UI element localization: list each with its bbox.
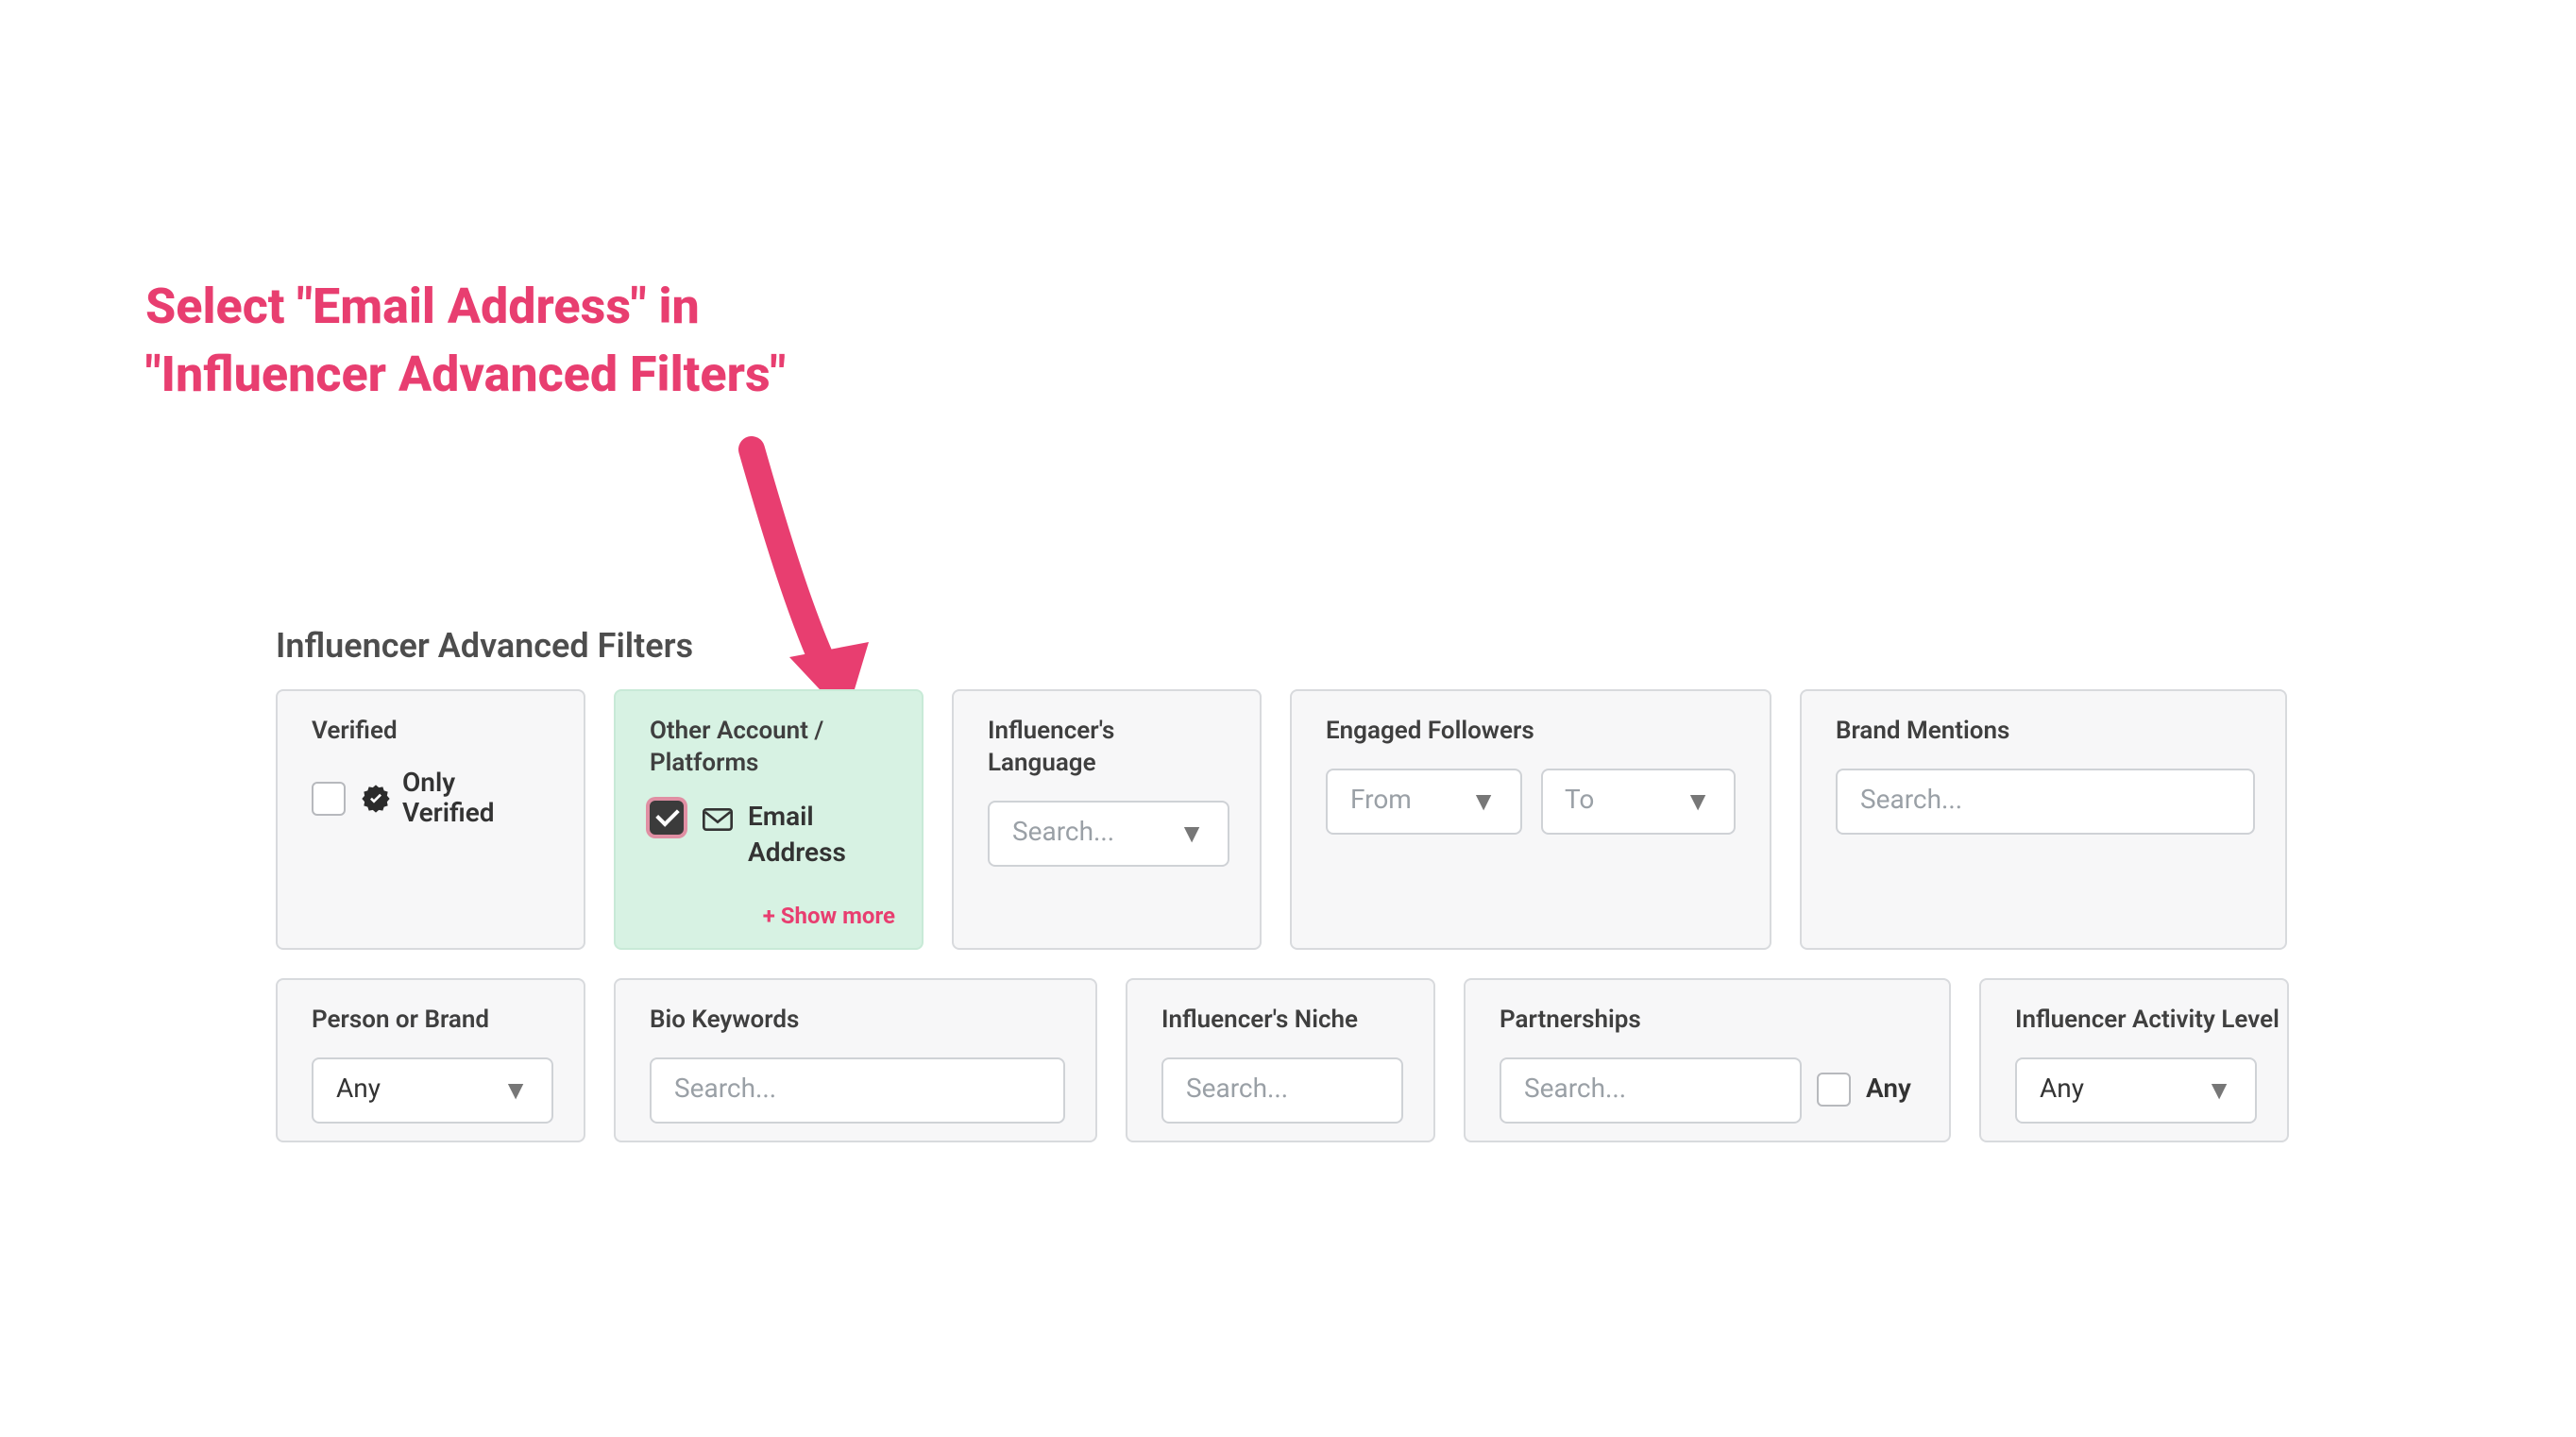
person-or-brand-select[interactable]: Any ▼ (312, 1057, 553, 1124)
niche-input[interactable]: Search... (1161, 1057, 1403, 1124)
filter-card-engaged-followers: Engaged Followers From ▼ To ▼ (1290, 689, 1771, 950)
instruction-text: Select "Email Address" in "Influencer Ad… (145, 274, 786, 412)
filter-label-person-or-brand: Person or Brand (312, 1006, 550, 1039)
activity-level-select[interactable]: Any ▼ (2015, 1057, 2257, 1124)
filter-card-verified: Verified Only Verified (276, 689, 585, 950)
filter-card-activity-level: Influencer Activity Level Any ▼ (1979, 978, 2289, 1142)
filter-label-other-platforms: Other Account / Platforms (650, 718, 876, 782)
filter-card-bio-keywords: Bio Keywords Search... (614, 978, 1097, 1142)
caret-down-icon: ▼ (502, 1074, 529, 1107)
engaged-from-select[interactable]: From ▼ (1326, 769, 1521, 835)
envelope-icon (703, 806, 733, 833)
filter-card-language: Influencer's Language Search... ▼ (952, 689, 1262, 950)
filter-label-partnerships: Partnerships (1500, 1006, 1915, 1039)
checkbox-partnerships-any[interactable] (1817, 1074, 1851, 1107)
filter-label-engaged-followers: Engaged Followers (1326, 718, 1736, 750)
caret-down-icon: ▼ (1685, 786, 1711, 818)
filter-label-bio-keywords: Bio Keywords (650, 1006, 1061, 1039)
show-more-link[interactable]: + Show more (763, 903, 895, 929)
bio-keywords-input[interactable]: Search... (650, 1057, 1065, 1124)
filter-label-language: Influencer's Language (988, 718, 1226, 782)
filter-card-brand-mentions: Brand Mentions Search... (1800, 689, 2287, 950)
section-title: Influencer Advanced Filters (276, 627, 693, 667)
only-verified-label: Only Verified (361, 769, 550, 829)
partnerships-any-label: Any (1866, 1075, 1911, 1106)
filter-label-brand-mentions: Brand Mentions (1836, 718, 2251, 750)
instruction-line-2: "Influencer Advanced Filters" (145, 343, 786, 412)
caret-down-icon: ▼ (1470, 786, 1497, 818)
filter-card-person-or-brand: Person or Brand Any ▼ (276, 978, 585, 1142)
brand-mentions-input[interactable]: Search... (1836, 769, 2255, 835)
filter-label-activity-level: Influencer Activity Level (2015, 1006, 2253, 1039)
checkbox-only-verified[interactable] (312, 782, 346, 816)
engaged-to-select[interactable]: To ▼ (1540, 769, 1736, 835)
filter-card-niche: Influencer's Niche Search... (1126, 978, 1435, 1142)
checkbox-email-address[interactable] (650, 801, 684, 835)
caret-down-icon: ▼ (2206, 1074, 2232, 1107)
language-select[interactable]: Search... ▼ (988, 801, 1229, 867)
filter-card-other-platforms: Other Account / Platforms Email Address … (614, 689, 924, 950)
instruction-line-1: Select "Email Address" in (145, 274, 786, 343)
filter-card-partnerships: Partnerships Search... Any (1464, 978, 1951, 1142)
partnerships-input[interactable]: Search... (1500, 1057, 1802, 1124)
email-address-label: Email Address (703, 801, 888, 874)
caret-down-icon: ▼ (1178, 818, 1205, 850)
filter-label-verified: Verified (312, 718, 550, 750)
verified-badge-icon (361, 784, 391, 814)
filter-label-niche: Influencer's Niche (1161, 1006, 1399, 1039)
